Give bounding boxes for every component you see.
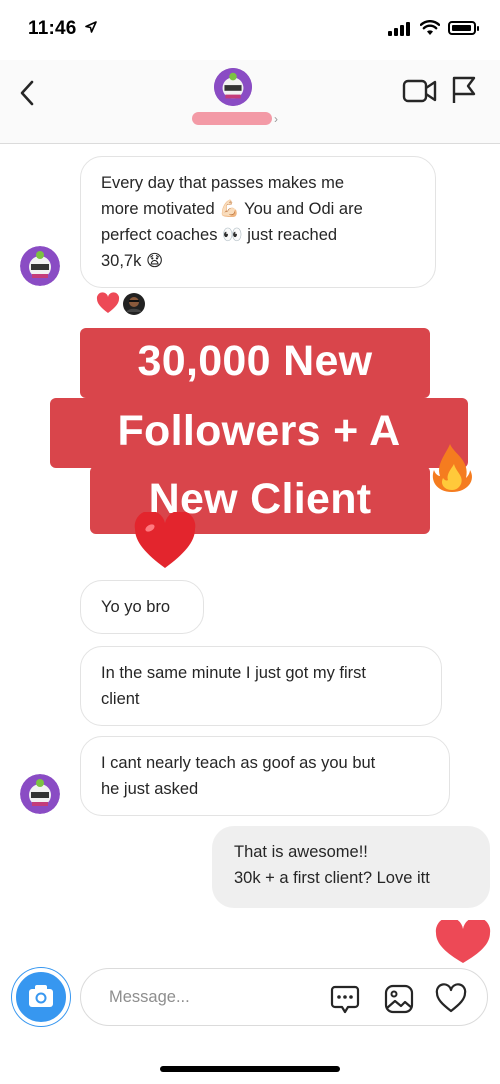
message-line: Every day that passes makes me bbox=[101, 174, 345, 192]
back-icon[interactable] bbox=[18, 78, 38, 108]
wifi-icon bbox=[420, 20, 440, 35]
contact-avatar[interactable] bbox=[214, 68, 252, 106]
status-bar: 11:46 bbox=[0, 0, 500, 60]
video-call-icon[interactable] bbox=[402, 78, 438, 104]
message-line: 30k + a first client? Love itt bbox=[234, 869, 430, 887]
sender-avatar[interactable] bbox=[20, 246, 60, 286]
camera-icon bbox=[29, 985, 53, 1007]
location-arrow-icon bbox=[85, 21, 97, 33]
message-composer: Message... bbox=[0, 962, 500, 1042]
message-text: Yo yo bro bbox=[101, 598, 171, 616]
message-line: he just asked bbox=[101, 780, 199, 798]
outgoing-message-bubble[interactable]: That is awesome!! 30k + a first client? … bbox=[212, 826, 490, 908]
incoming-message-bubble[interactable]: Yo yo bro bbox=[80, 580, 204, 634]
heart-icon[interactable] bbox=[435, 983, 467, 1015]
sender-avatar[interactable] bbox=[20, 774, 60, 814]
status-time: 11:46 bbox=[28, 18, 97, 40]
overlay-caption-line: 30,000 New bbox=[80, 328, 430, 398]
message-placeholder: Message... bbox=[109, 988, 190, 1006]
avatar-logo-icon bbox=[20, 246, 60, 286]
message-line: 30,7k 😧 bbox=[101, 252, 164, 270]
incoming-message-bubble[interactable]: In the same minute I just got my first c… bbox=[80, 646, 442, 726]
message-line: more motivated 💪🏻 You and Odi are bbox=[101, 200, 363, 218]
battery-icon bbox=[448, 21, 479, 35]
avatar-logo-icon bbox=[20, 774, 60, 814]
chat-bubble-icon[interactable] bbox=[329, 983, 361, 1015]
fire-emoji-icon bbox=[432, 444, 472, 492]
sent-heart-icon[interactable] bbox=[434, 920, 492, 964]
message-line: perfect coaches 👀 just reached bbox=[101, 226, 338, 244]
message-line: In the same minute I just got my first bbox=[101, 664, 367, 682]
avatar-logo-icon bbox=[214, 68, 252, 106]
message-line: I cant nearly teach as goof as you but bbox=[101, 754, 376, 772]
incoming-message-bubble[interactable]: I cant nearly teach as goof as you but h… bbox=[80, 736, 450, 816]
flag-icon[interactable] bbox=[450, 75, 478, 105]
overlay-caption-line: Followers + A bbox=[50, 398, 468, 468]
camera-button[interactable] bbox=[12, 968, 70, 1026]
message-reactions[interactable] bbox=[96, 292, 156, 316]
heart-emoji-icon bbox=[134, 512, 196, 568]
home-indicator[interactable] bbox=[160, 1066, 340, 1072]
reaction-heart-icon bbox=[96, 292, 145, 315]
message-line: client bbox=[101, 690, 140, 708]
incoming-message-bubble[interactable]: Every day that passes makes me more moti… bbox=[80, 156, 436, 288]
chevron-right-icon[interactable]: › bbox=[274, 112, 278, 126]
message-line: That is awesome!! bbox=[234, 843, 368, 861]
cell-signal-icon bbox=[388, 22, 412, 36]
gallery-icon[interactable] bbox=[383, 983, 415, 1015]
message-input[interactable]: Message... bbox=[80, 968, 488, 1026]
conversation-header: › bbox=[0, 60, 500, 144]
contact-name-redacted[interactable] bbox=[192, 112, 272, 125]
status-time-text: 11:46 bbox=[28, 18, 77, 39]
